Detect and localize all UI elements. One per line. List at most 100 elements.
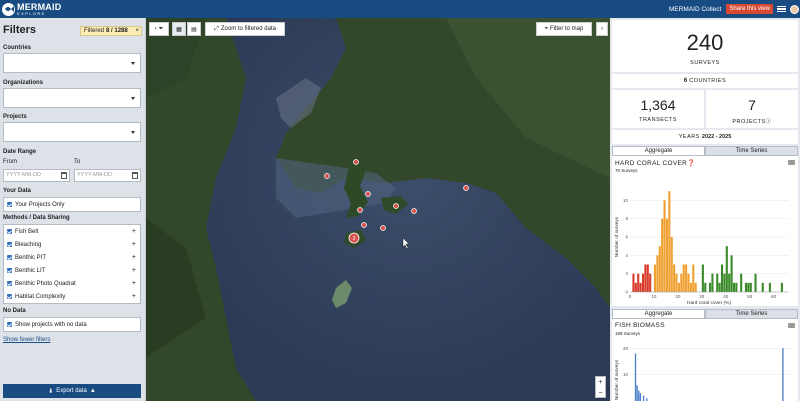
checkbox-checked-icon[interactable]	[7, 202, 12, 207]
survey-site-marker[interactable]	[380, 225, 386, 231]
checkbox-checked-icon[interactable]	[7, 322, 12, 327]
expand-plus-icon[interactable]: +	[132, 293, 136, 300]
coral-chart-title: HARD CORAL COVER	[615, 160, 688, 167]
tab-time-series[interactable]: Time Series	[705, 309, 798, 319]
your-projects-only-checkbox[interactable]: Your Projects Only	[4, 198, 140, 211]
checkbox-checked-icon[interactable]	[7, 229, 12, 234]
organizations-select[interactable]	[3, 88, 141, 108]
checkbox-checked-icon[interactable]	[7, 281, 12, 286]
show-no-data-label: Show projects with no data	[15, 321, 87, 328]
info-icon[interactable]: ❓	[687, 160, 695, 167]
method-benthic-pit[interactable]: Benthic PIT +	[4, 251, 140, 264]
expand-plus-icon[interactable]: +	[132, 254, 136, 261]
transects-value: 1,364	[640, 97, 676, 113]
map-view-toggle[interactable]: ▦	[172, 22, 186, 36]
survey-site-marker[interactable]	[324, 173, 330, 179]
histogram-bar	[694, 282, 697, 292]
survey-site-marker[interactable]	[365, 191, 371, 197]
fish-chart-tabs: Aggregate Time Series	[612, 309, 798, 319]
zoom-out-button[interactable]: −	[598, 388, 602, 399]
mermaid-logo[interactable]: MERMAID EXPLORE	[2, 2, 61, 16]
checkbox-checked-icon[interactable]	[7, 294, 12, 299]
method-bleaching[interactable]: Bleaching +	[4, 238, 140, 251]
clear-filters-icon[interactable]: ×	[135, 28, 139, 34]
survey-site-marker[interactable]	[353, 159, 359, 165]
share-view-button[interactable]: Share this view	[726, 4, 773, 14]
tab-aggregate[interactable]: Aggregate	[612, 309, 705, 319]
histogram-bar	[704, 282, 707, 292]
method-benthic-photo-quadrat[interactable]: Benthic Photo Quadrat +	[4, 277, 140, 290]
show-fewer-filters-link[interactable]: Show fewer filters	[3, 337, 50, 343]
zoom-in-button[interactable]: +	[598, 377, 602, 388]
x-tick-label: 50	[747, 294, 753, 299]
mermaid-collect-link[interactable]: MERMAID Collect	[669, 6, 721, 13]
histogram-bar	[668, 191, 671, 292]
histogram-bar	[711, 273, 714, 292]
survey-site-marker[interactable]	[361, 222, 367, 228]
chevron-left-icon: ‹	[154, 26, 157, 32]
calendar-icon[interactable]	[61, 172, 67, 179]
export-data-button[interactable]: ⬇ Export data ▲	[3, 384, 141, 398]
camera-icon[interactable]	[788, 323, 795, 328]
checkbox-checked-icon[interactable]	[7, 255, 12, 260]
export-label: Export data	[56, 388, 87, 394]
user-avatar[interactable]	[790, 4, 799, 14]
from-date-input[interactable]: YYYY-MM-DD	[3, 169, 70, 182]
expand-plus-icon[interactable]: +	[132, 228, 136, 235]
expand-plus-icon[interactable]: +	[132, 267, 136, 274]
surveys-value: 240	[686, 30, 724, 55]
histogram-bar	[761, 282, 764, 292]
histogram-bar	[644, 264, 647, 292]
filter-to-map-button[interactable]: ⌖ Filter to map	[536, 22, 592, 36]
survey-site-marker[interactable]	[357, 207, 363, 213]
expand-plus-icon[interactable]: +	[132, 280, 136, 287]
histogram-bar	[744, 282, 748, 292]
caret-up-icon: ▲	[89, 388, 96, 394]
expand-plus-icon[interactable]: +	[132, 241, 136, 248]
satellite-map: 2	[146, 18, 610, 401]
no-data-label: No Data	[3, 308, 26, 314]
y-tick-label: 20	[623, 346, 629, 351]
checkbox-checked-icon[interactable]	[7, 242, 12, 247]
histogram-bar	[749, 282, 752, 292]
method-fish-belt[interactable]: Fish Belt +	[4, 225, 140, 238]
info-icon[interactable]: ⓘ	[766, 119, 772, 125]
histogram-bar	[735, 282, 738, 292]
zoom-to-filtered-button[interactable]: ⤢ Zoom to filtered data	[205, 22, 285, 36]
method-habitat-complexity[interactable]: Habitat Complexity +	[4, 290, 140, 303]
x-tick-label: 40	[723, 294, 729, 299]
hamburger-menu-icon[interactable]	[777, 5, 786, 13]
survey-site-marker[interactable]	[463, 185, 469, 191]
collapse-sidebar-button[interactable]: ‹ ⏷	[149, 22, 169, 36]
logo-subtitle: EXPLORE	[17, 10, 46, 16]
table-view-toggle[interactable]: ▤	[187, 22, 201, 36]
camera-icon[interactable]	[788, 160, 795, 165]
hard-coral-chart-card: HARD CORAL COVER❓ 70 Surveys 0 2 4 6 8 10 0 10 2…	[612, 156, 798, 306]
tab-aggregate[interactable]: Aggregate	[612, 146, 705, 156]
filter-to-map-label: Filter to map	[550, 26, 584, 32]
collapse-panel-button[interactable]: ›	[596, 22, 608, 36]
checkbox-checked-icon[interactable]	[7, 268, 12, 273]
histogram-bar	[663, 200, 666, 292]
tab-time-series[interactable]: Time Series	[705, 146, 798, 156]
years-card: YEARS 2022 - 2025	[612, 130, 798, 144]
show-no-data-checkbox[interactable]: Show projects with no data	[4, 318, 140, 331]
to-date-input[interactable]: YYYY-MM-DD	[74, 169, 141, 182]
to-label: To	[74, 159, 81, 165]
projects-select[interactable]	[3, 122, 141, 142]
transects-label: TRANSECTS	[639, 117, 677, 123]
countries-select[interactable]	[3, 53, 141, 73]
histogram-bar	[685, 264, 688, 292]
survey-site-marker[interactable]	[393, 203, 399, 209]
map-view[interactable]: 2 ‹ ⏷ ▦ ▤ ⤢ Zoom to filtered data ⌖ Filt…	[146, 18, 610, 401]
transects-card: 1,364 TRANSECTS	[612, 90, 704, 128]
no-data-box: Show projects with no data	[3, 317, 141, 332]
survey-site-marker[interactable]	[411, 208, 417, 214]
calendar-icon[interactable]	[132, 172, 138, 179]
your-projects-only-label: Your Projects Only	[15, 201, 65, 208]
histogram-bar	[649, 273, 652, 292]
projects-label: Projects	[3, 114, 27, 120]
coral-chart-subtitle: 70 Surveys	[615, 168, 638, 173]
y-tick-label: 10	[623, 198, 629, 203]
method-benthic-lit[interactable]: Benthic LIT +	[4, 264, 140, 277]
